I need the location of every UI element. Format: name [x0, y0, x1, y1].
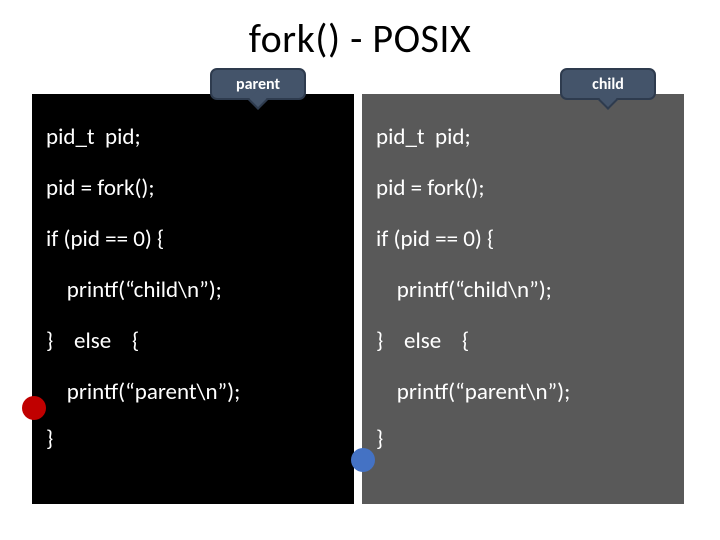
code-line: } else {: [46, 330, 340, 353]
code-line: } else {: [376, 330, 670, 353]
code-line: pid_t pid;: [376, 126, 670, 149]
code-line: printf(“parent\n”);: [46, 381, 340, 404]
code-line: }: [46, 428, 340, 451]
code-line: pid_t pid;: [46, 126, 340, 149]
parent-label-tag: parent: [210, 68, 306, 100]
code-line: printf(“child\n”);: [46, 279, 340, 302]
execution-marker-parent-icon: [22, 396, 46, 420]
code-line: }: [376, 428, 670, 451]
child-process-block: pid_t pid; pid = fork(); if (pid == 0) {…: [362, 94, 684, 504]
parent-process-block: pid_t pid; pid = fork(); if (pid == 0) {…: [32, 94, 354, 504]
code-line: printf(“child\n”);: [376, 279, 670, 302]
code-line: if (pid == 0) {: [376, 228, 670, 251]
code-line: pid = fork();: [46, 177, 340, 200]
execution-marker-child-icon: [351, 448, 375, 472]
child-label-tag: child: [560, 68, 656, 100]
code-line: pid = fork();: [376, 177, 670, 200]
code-line: printf(“parent\n”);: [376, 381, 670, 404]
code-line: if (pid == 0) {: [46, 228, 340, 251]
slide-title: fork() - POSIX: [0, 14, 720, 63]
slide: fork() - POSIX parent child pid_t pid; p…: [0, 0, 720, 540]
